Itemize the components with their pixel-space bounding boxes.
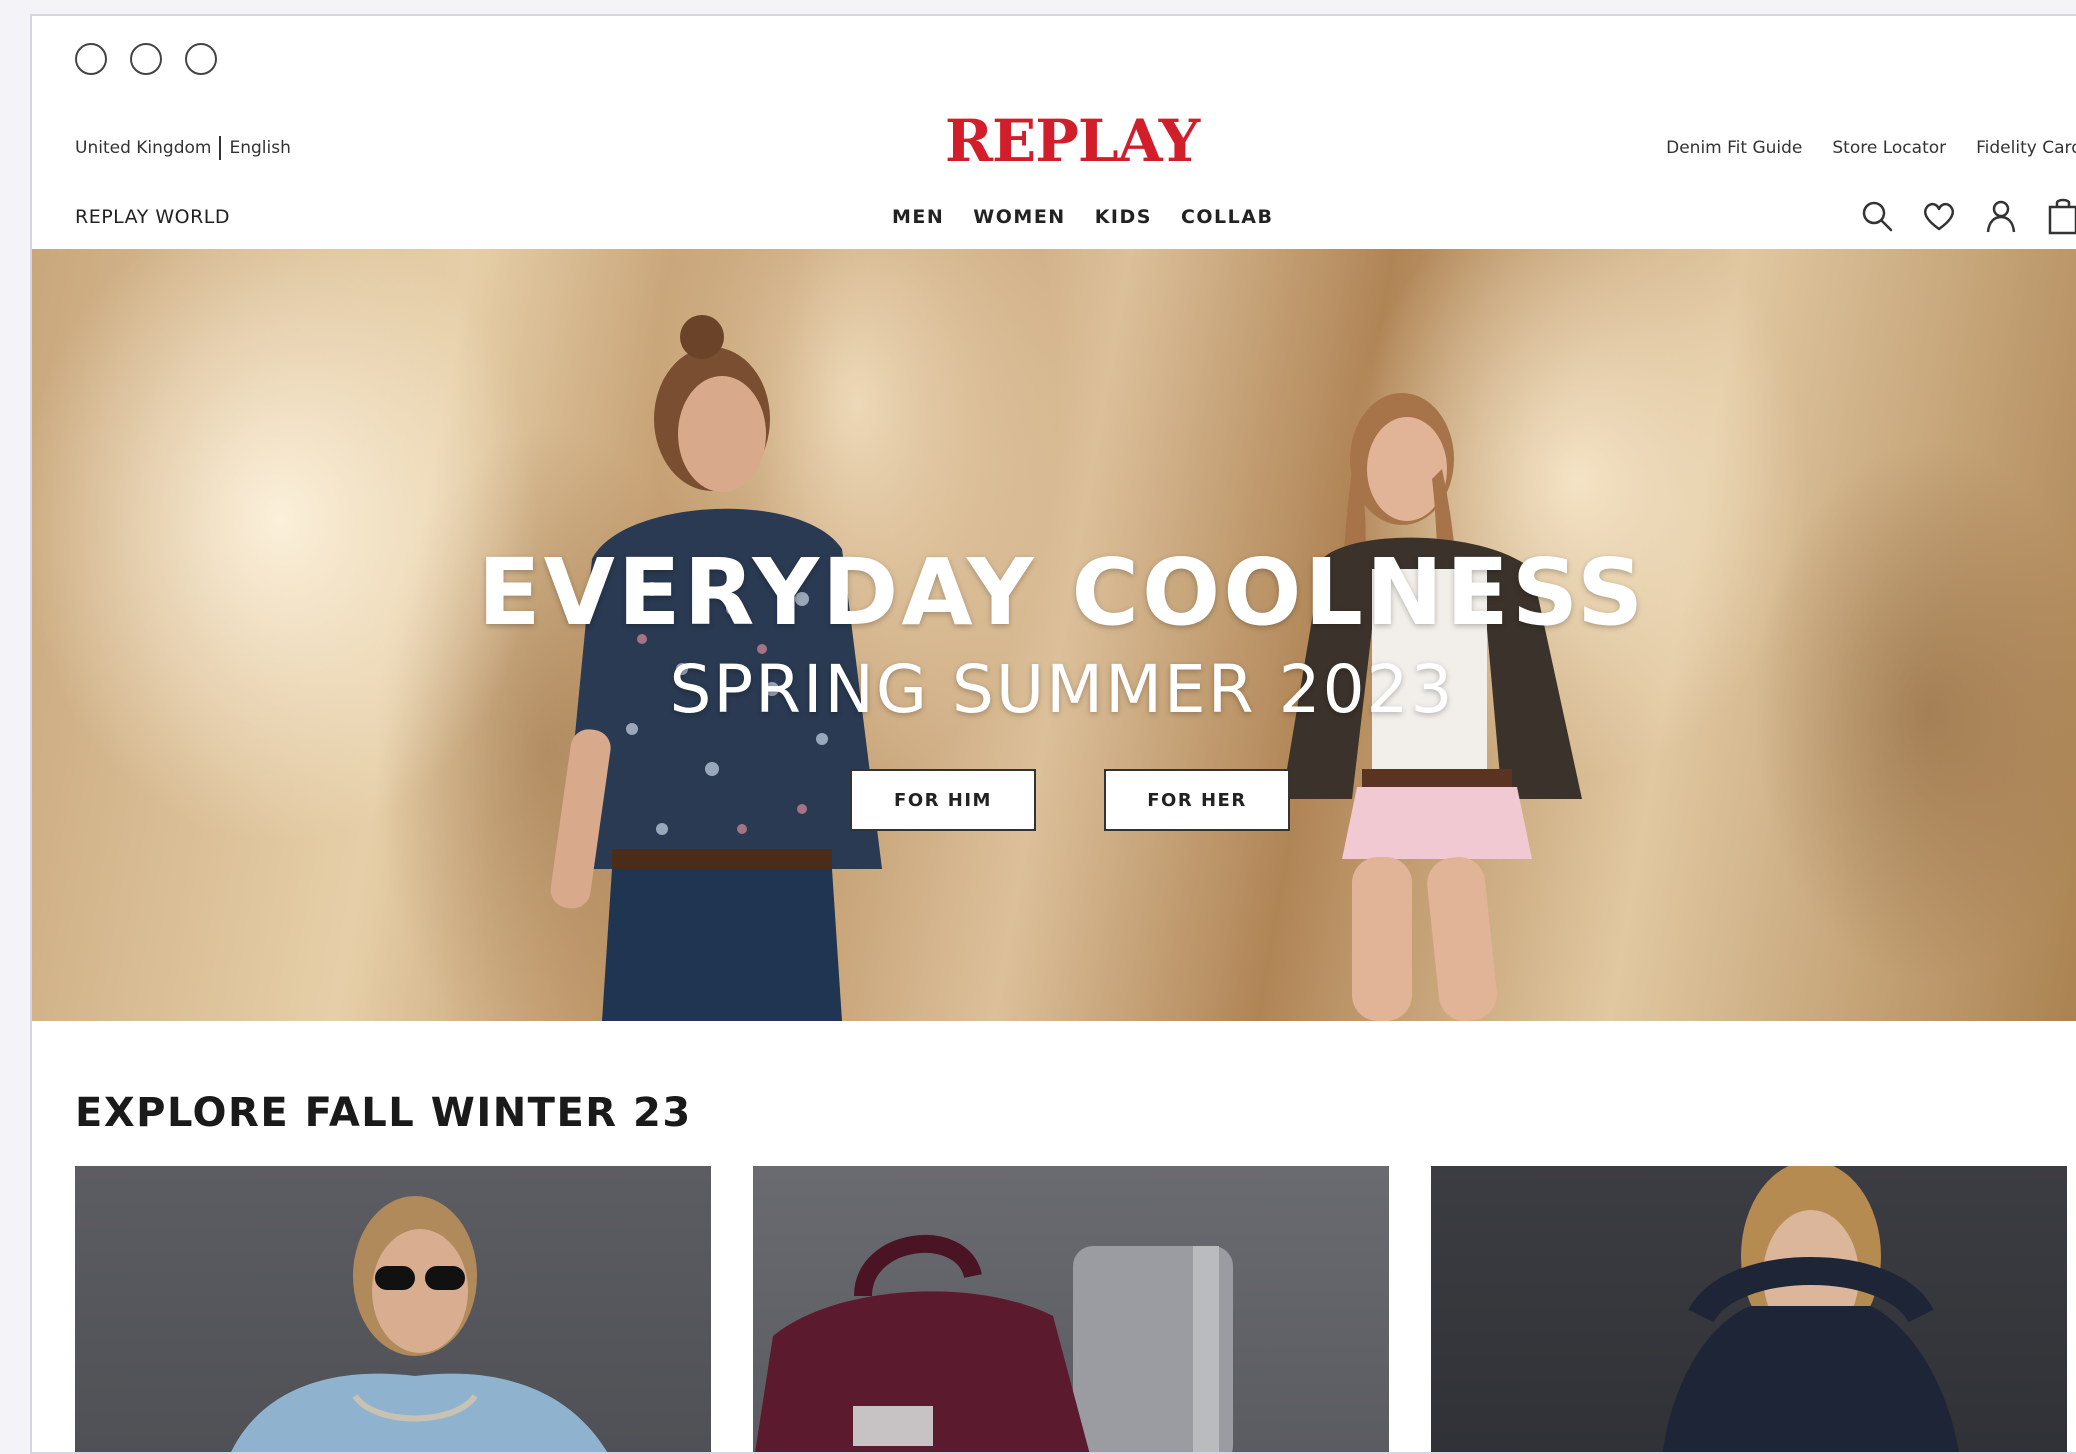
- window-maximize-button[interactable]: [185, 43, 217, 75]
- bag-image: [755, 1235, 1233, 1452]
- locale-selector[interactable]: United Kingdom English: [75, 136, 291, 160]
- window-controls: [75, 43, 217, 75]
- header-icons: [1858, 196, 2076, 236]
- locale-divider: [219, 136, 222, 160]
- main-nav: MEN WOMEN KIDS COLLAB: [892, 206, 1273, 228]
- nav-collab[interactable]: COLLAB: [1181, 206, 1274, 228]
- store-locator-link[interactable]: Store Locator: [1832, 138, 1946, 158]
- utility-links: Denim Fit Guide Store Locator Fidelity C…: [1666, 138, 2076, 158]
- browser-window: United Kingdom English REPLAY Denim Fit …: [30, 14, 2076, 1454]
- nav-men[interactable]: MEN: [892, 206, 944, 228]
- nav-kids[interactable]: KIDS: [1095, 206, 1152, 228]
- hero-banner[interactable]: EVERYDAY COOLNESS SPRING SUMMER 2023 FOR…: [32, 249, 2076, 1021]
- for-her-button[interactable]: FOR HER: [1104, 769, 1290, 831]
- user-icon[interactable]: [1982, 196, 2020, 236]
- brand-logo[interactable]: REPLAY: [942, 112, 1202, 170]
- explore-card-bag[interactable]: [753, 1166, 1389, 1452]
- search-icon[interactable]: [1858, 196, 1896, 236]
- nav-women[interactable]: WOMEN: [973, 206, 1065, 228]
- fidelity-card-link[interactable]: Fidelity Card: [1976, 138, 2076, 158]
- denim-fit-guide-link[interactable]: Denim Fit Guide: [1666, 138, 1802, 158]
- hero-title: EVERYDAY COOLNESS: [477, 539, 1647, 646]
- for-him-button[interactable]: FOR HIM: [850, 769, 1036, 831]
- language-label[interactable]: English: [229, 138, 290, 158]
- hero-subtitle: SPRING SUMMER 2023: [669, 651, 1455, 728]
- man-parka-image: [1662, 1166, 1959, 1452]
- heart-icon[interactable]: [1920, 196, 1958, 236]
- explore-section-title: EXPLORE FALL WINTER 23: [75, 1090, 692, 1136]
- replay-world-link[interactable]: REPLAY WORLD: [75, 206, 230, 228]
- window-close-button[interactable]: [75, 43, 107, 75]
- country-label[interactable]: United Kingdom: [75, 138, 211, 158]
- woman-sunglasses-image: [231, 1196, 608, 1452]
- explore-card-woman[interactable]: [75, 1166, 711, 1452]
- bag-icon[interactable]: [2044, 196, 2076, 236]
- explore-card-man[interactable]: [1431, 1166, 2067, 1452]
- window-minimize-button[interactable]: [130, 43, 162, 75]
